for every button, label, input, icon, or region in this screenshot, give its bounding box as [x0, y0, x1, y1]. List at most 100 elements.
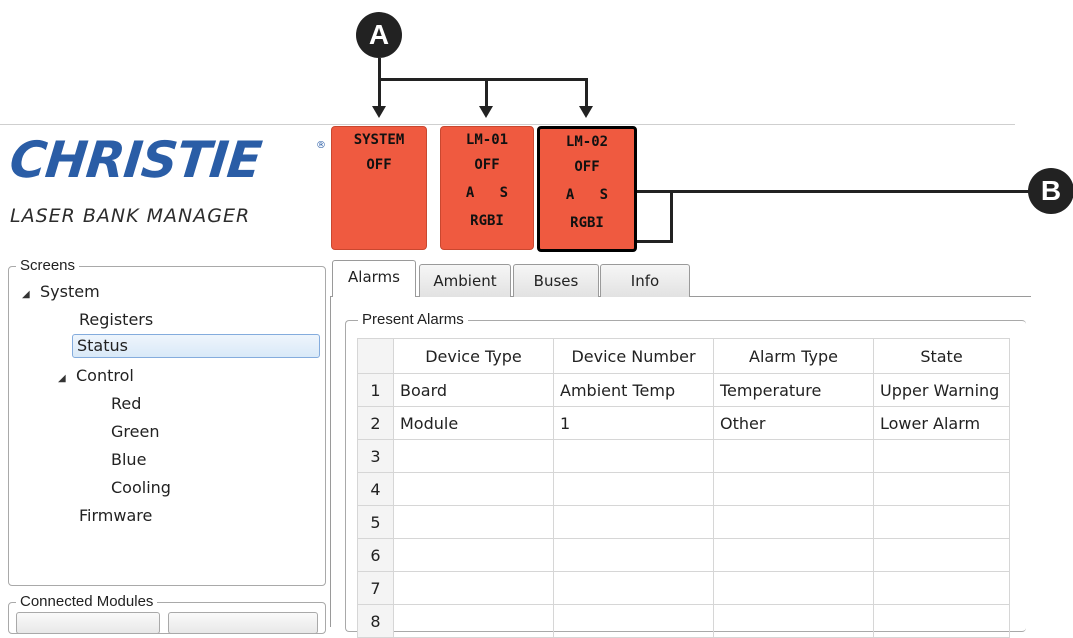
device-type-cell — [393, 439, 554, 473]
system-state: OFF — [366, 157, 392, 173]
row-number-header — [357, 338, 394, 374]
state-cell — [873, 538, 1010, 572]
row-number: 3 — [357, 439, 394, 473]
present-alarms-title: Present Alarms — [358, 311, 468, 328]
row-number: 7 — [357, 571, 394, 605]
arrow-down-icon — [479, 106, 493, 118]
callout-b-badge: B — [1028, 168, 1073, 214]
callout-a-stem — [378, 58, 381, 80]
row-number: 4 — [357, 472, 394, 506]
tree-item-green[interactable]: Green — [111, 421, 159, 443]
state-cell — [873, 439, 1010, 473]
table-row[interactable]: 5 — [357, 505, 1010, 539]
tree-item-blue[interactable]: Blue — [111, 449, 146, 471]
module-button[interactable] — [16, 612, 160, 634]
device-type-cell — [393, 472, 554, 506]
tree-item-firmware[interactable]: Firmware — [79, 505, 152, 527]
tree-item-system[interactable]: ◢ System — [22, 281, 100, 306]
table-row[interactable]: 3 — [357, 439, 1010, 473]
device-number-cell: 1 — [553, 406, 714, 440]
screens-panel-title: Screens — [16, 257, 80, 274]
lm-02-state: OFF — [574, 159, 600, 175]
column-header[interactable]: State — [873, 338, 1010, 374]
module-button[interactable] — [168, 612, 318, 634]
tab-info[interactable]: Info — [600, 264, 690, 297]
state-cell — [873, 604, 1010, 638]
expanded-triangle-icon[interactable]: ◢ — [22, 284, 40, 306]
device-type-cell — [393, 571, 554, 605]
alarm-type-cell — [713, 439, 874, 473]
callout-a-drop-3 — [585, 78, 588, 108]
state-cell: Upper Warning — [873, 373, 1010, 407]
column-header[interactable]: Device Number — [553, 338, 714, 374]
state-cell — [873, 505, 1010, 539]
expanded-triangle-icon[interactable]: ◢ — [58, 368, 76, 390]
tree-label: Control — [76, 366, 134, 385]
lm-01-status-box[interactable]: LM-01 OFF A S RGBI — [440, 126, 534, 250]
table-row[interactable]: 8 — [357, 604, 1010, 638]
system-status-box[interactable]: SYSTEM OFF — [331, 126, 427, 250]
callout-b-bracket-v — [670, 190, 673, 242]
table-row[interactable]: 1 Board Ambient Temp Temperature Upper W… — [357, 373, 1010, 407]
alarm-type-cell — [713, 604, 874, 638]
callout-a-drop-2 — [485, 78, 488, 108]
table-row[interactable]: 7 — [357, 571, 1010, 605]
alarm-type-cell — [713, 472, 874, 506]
tree-label: System — [40, 282, 100, 301]
callout-a-drop-1 — [378, 78, 381, 108]
device-type-cell — [393, 604, 554, 638]
screens-panel — [8, 266, 326, 586]
christie-logo: CHRISTIE — [6, 131, 264, 189]
table-row[interactable]: 4 — [357, 472, 1010, 506]
callout-a-badge: A — [356, 12, 402, 58]
alarm-type-cell: Other — [713, 406, 874, 440]
tab-buses[interactable]: Buses — [513, 264, 599, 297]
app-subtitle: LASER BANK MANAGER — [10, 205, 251, 227]
device-number-cell — [553, 571, 714, 605]
row-number: 8 — [357, 604, 394, 638]
system-label: SYSTEM — [353, 132, 405, 148]
table-row[interactable]: 6 — [357, 538, 1010, 572]
row-number: 2 — [357, 406, 394, 440]
arrow-down-icon — [579, 106, 593, 118]
device-number-cell — [553, 538, 714, 572]
lm-01-channels: RGBI — [470, 213, 504, 229]
row-number: 6 — [357, 538, 394, 572]
header-divider — [0, 124, 1015, 125]
device-type-cell: Module — [393, 406, 554, 440]
tree-item-control[interactable]: ◢ Control — [58, 365, 134, 390]
tree-item-registers[interactable]: Registers — [79, 309, 153, 331]
row-number: 1 — [357, 373, 394, 407]
column-header[interactable]: Device Type — [393, 338, 554, 374]
lm-02-flags: A S — [565, 187, 609, 203]
device-number-cell: Ambient Temp — [553, 373, 714, 407]
tab-alarms[interactable]: Alarms — [332, 260, 416, 297]
alarm-type-cell — [713, 538, 874, 572]
lm-02-label: LM-02 — [565, 134, 609, 150]
tree-item-status[interactable]: Status — [72, 334, 320, 358]
callout-a-bar — [378, 78, 588, 81]
alarm-type-cell: Temperature — [713, 373, 874, 407]
tab-ambient[interactable]: Ambient — [419, 264, 511, 297]
lm-01-flags: A S — [465, 185, 509, 201]
tree-item-cooling[interactable]: Cooling — [111, 477, 171, 499]
lm-02-channels: RGBI — [570, 215, 604, 231]
registered-mark: ® — [316, 140, 326, 151]
device-type-cell — [393, 505, 554, 539]
table-row[interactable]: 2 Module 1 Other Lower Alarm — [357, 406, 1010, 440]
device-type-cell: Board — [393, 373, 554, 407]
arrow-down-icon — [372, 106, 386, 118]
lm-01-label: LM-01 — [465, 132, 509, 148]
lm-02-status-box[interactable]: LM-02 OFF A S RGBI — [537, 126, 637, 252]
connected-modules-title: Connected Modules — [16, 593, 158, 610]
alarms-table: Device Type Device Number Alarm Type Sta… — [357, 338, 1010, 638]
column-header[interactable]: Alarm Type — [713, 338, 874, 374]
tree-item-red[interactable]: Red — [111, 393, 141, 415]
alarm-type-cell — [713, 571, 874, 605]
device-number-cell — [553, 604, 714, 638]
state-cell — [873, 571, 1010, 605]
device-number-cell — [553, 439, 714, 473]
row-number: 5 — [357, 505, 394, 539]
lm-01-state: OFF — [474, 157, 500, 173]
table-header-row: Device Type Device Number Alarm Type Sta… — [357, 338, 1010, 374]
